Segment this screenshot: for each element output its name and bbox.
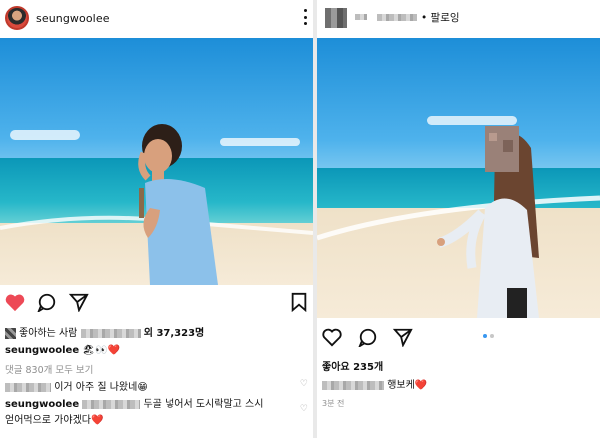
likes-line[interactable]: 좋아하는 사람 외 37,323명 [5,324,204,339]
blurred-name [80,328,141,338]
right-post: • 팔로잉 좋아요 235개 행보케❤️ 3분 전 [317,0,600,438]
person-figure [317,126,600,318]
likes-count: 외 37,323명 [143,328,205,339]
more-icon[interactable] [303,9,307,25]
blurred-username [322,380,384,390]
caption: 행보케❤️ [322,376,427,391]
left-post: seungwoolee 좋아하는 사람 외 37,323명 seungwoole… [0,0,313,438]
comment-username[interactable]: seungwoolee [5,399,79,410]
likes-prefix: 좋아하는 사람 [19,328,78,339]
blurred-username [377,14,417,21]
comment-like-icon[interactable]: ♡ [300,379,308,389]
carousel-indicator [483,334,494,338]
comment-row: 이거 아주 질 나왔네😁 [5,378,148,393]
caption-username[interactable]: seungwoolee [5,345,79,356]
blurred-commenter [5,382,51,392]
carousel-dot-active [483,334,487,338]
post-header: • 팔로잉 [317,0,600,36]
comment-row: seungwoolee 두골 넣어서 도시락말고 스시 [5,395,263,410]
post-photo[interactable] [0,38,313,285]
following-label[interactable]: • 팔로잉 [421,10,460,25]
comment-icon[interactable] [36,292,58,312]
post-header: seungwoolee [0,0,313,36]
comment-text: 이거 아주 질 나왔네😁 [54,382,148,393]
heart-icon[interactable] [321,327,343,347]
blurred-mention [82,399,141,409]
timestamp: 3분 전 [322,399,345,408]
heart-icon[interactable] [4,292,26,312]
avatar[interactable] [5,6,29,30]
likes-count[interactable]: 좋아요 235개 [322,358,383,373]
post-actions [317,327,600,351]
carousel-dot [490,334,494,338]
share-icon[interactable] [68,292,90,312]
share-icon[interactable] [392,327,414,347]
caption-text: 행보케❤️ [387,380,428,391]
comment-continuation: 얻어먹으로 가야겠다❤️ [5,415,104,426]
post-photo[interactable] [317,38,600,318]
following-text: 팔로잉 [430,12,460,24]
bookmark-icon[interactable] [289,292,309,312]
username[interactable]: seungwoolee [36,12,110,25]
liker-avatar [5,327,16,339]
caption: seungwoolee 🏖👀❤️ [5,345,120,356]
blurred-username [355,14,367,20]
comment-icon[interactable] [357,327,379,347]
comment-text: 두골 넣어서 도시락말고 스시 [143,399,264,410]
person-figure [0,124,313,285]
post-actions [0,292,313,316]
view-comments-link[interactable]: 댓글 830개 모두 보기 [5,362,93,376]
comment-like-icon[interactable]: ♡ [300,404,308,414]
caption-emoji: 🏖👀❤️ [82,345,120,356]
blurred-avatar [325,8,347,28]
